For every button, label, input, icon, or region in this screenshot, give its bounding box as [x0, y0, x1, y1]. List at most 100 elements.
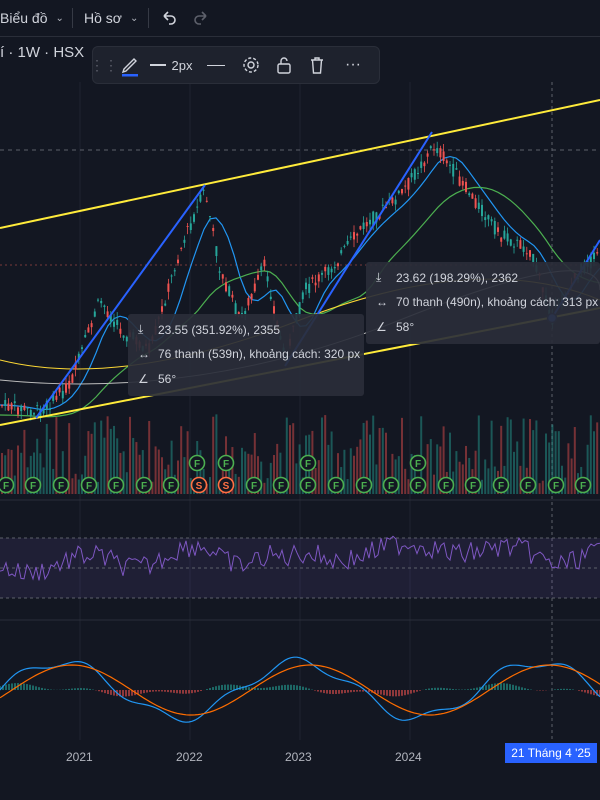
line-width-button[interactable]: 2px	[145, 47, 197, 83]
candle-body	[442, 151, 445, 161]
drawing-toolbar: ⋮⋮ 2px ···	[90, 46, 380, 84]
bars-range-icon: ↔	[138, 347, 150, 361]
candle-body	[477, 202, 480, 210]
candle-body	[225, 282, 227, 292]
volume-bar	[461, 464, 464, 494]
undo-button[interactable]	[160, 0, 178, 36]
macd-histogram-bar	[518, 686, 520, 690]
macd-histogram-bar	[401, 690, 403, 696]
candle-body	[58, 387, 61, 393]
macd-histogram-bar	[524, 688, 526, 690]
macd-histogram-bar	[362, 690, 364, 692]
macd-histogram-bar	[458, 689, 460, 690]
candle-body	[337, 263, 339, 267]
macd-histogram-bar	[188, 690, 190, 694]
macd-histogram-bar	[185, 690, 187, 694]
redo-button[interactable]	[192, 0, 210, 36]
undo-icon	[163, 11, 176, 25]
symbol-info[interactable]: í · 1W · HSX	[0, 44, 84, 61]
macd-histogram-bar	[344, 690, 346, 694]
divider	[72, 8, 73, 28]
chart-menu-label: Biểu đồ	[0, 10, 48, 26]
volume-bar	[509, 419, 512, 494]
chart-menu[interactable]: Biểu đồ ⌄	[0, 0, 64, 36]
candle-body	[490, 219, 493, 222]
volume-bar	[241, 447, 243, 494]
macd-histogram-bar	[440, 687, 442, 690]
volume-bar	[541, 480, 544, 494]
macd-histogram-bar	[560, 688, 562, 690]
macd-histogram-bar	[335, 690, 337, 694]
macd-histogram-bar	[503, 683, 505, 690]
macd-histogram-bar	[500, 683, 502, 690]
volume-bar	[295, 463, 298, 494]
price-chart[interactable]: F F F FF F F F F F F S S F F F F F F F F F F F F F	[0, 82, 600, 800]
volume-bar	[180, 426, 183, 494]
macd-histogram-bar	[377, 690, 379, 694]
candle-body	[445, 160, 448, 164]
macd-histogram-bar	[449, 688, 451, 690]
pencil-button[interactable]	[115, 47, 145, 83]
macd-histogram-bar	[443, 688, 445, 690]
volume-bar	[161, 457, 163, 494]
candle-body	[106, 311, 109, 318]
macd-histogram-bar	[488, 684, 490, 690]
candle-body	[407, 178, 410, 190]
volume-bar	[269, 462, 272, 494]
volume-bar	[401, 417, 403, 494]
candle-body	[1, 405, 3, 407]
candle-body	[90, 323, 93, 328]
candle-body	[423, 162, 426, 167]
drag-handle-icon[interactable]: ⋮⋮	[90, 47, 118, 83]
settings-button[interactable]	[235, 47, 267, 83]
macd-histogram-bar	[5, 684, 7, 690]
settings-icon	[243, 57, 259, 73]
macd-histogram-bar	[143, 690, 145, 694]
volume-bar	[49, 439, 51, 494]
macd-histogram-bar	[194, 690, 196, 693]
marker-letter: F	[86, 481, 92, 492]
macd-histogram-bar	[272, 686, 274, 690]
macd-histogram-bar	[164, 690, 166, 692]
more-button[interactable]: ···	[333, 47, 373, 83]
volume-bar	[183, 457, 186, 494]
pencil-icon	[121, 58, 138, 77]
line-style-button[interactable]	[197, 47, 235, 83]
macd-histogram-bar	[284, 684, 286, 690]
macd-histogram-bar	[386, 690, 388, 696]
macd-histogram-bar	[512, 684, 514, 690]
macd-histogram-bar	[197, 690, 199, 692]
macd-histogram-bar	[38, 687, 40, 690]
candle-body	[20, 405, 23, 412]
angle-icon: ∠	[376, 320, 387, 334]
candle-body	[84, 334, 87, 338]
macd-histogram-bar	[314, 690, 316, 691]
candle-body	[429, 146, 432, 149]
x-axis-label: 2022	[176, 750, 203, 764]
profile-menu[interactable]: Hồ sơ ⌄	[84, 0, 138, 36]
candle-body	[346, 241, 349, 245]
candle-body	[97, 299, 99, 301]
delete-button[interactable]	[301, 47, 333, 83]
marker-letter: F	[113, 481, 119, 492]
lock-button[interactable]	[267, 47, 301, 83]
macd-histogram-bar	[359, 690, 361, 692]
macd-histogram-bar	[161, 690, 163, 692]
candle-body	[513, 246, 515, 248]
candle-body	[487, 215, 490, 220]
candle-body	[65, 383, 67, 393]
marker-letter: F	[141, 481, 147, 492]
volume-bar	[596, 422, 599, 494]
macd-histogram-bar	[146, 690, 148, 693]
macd-histogram-bar	[578, 690, 580, 691]
candle-body	[449, 164, 451, 166]
macd-histogram-bar	[74, 688, 76, 690]
macd-histogram-bar	[170, 690, 172, 693]
macd-histogram-bar	[341, 690, 343, 694]
candle-body	[308, 283, 311, 293]
angle-icon: ∠	[138, 372, 149, 386]
macd-histogram-bar	[437, 687, 439, 690]
candle-body	[516, 239, 519, 241]
candle-body	[593, 252, 595, 259]
volume-bar	[538, 483, 541, 494]
